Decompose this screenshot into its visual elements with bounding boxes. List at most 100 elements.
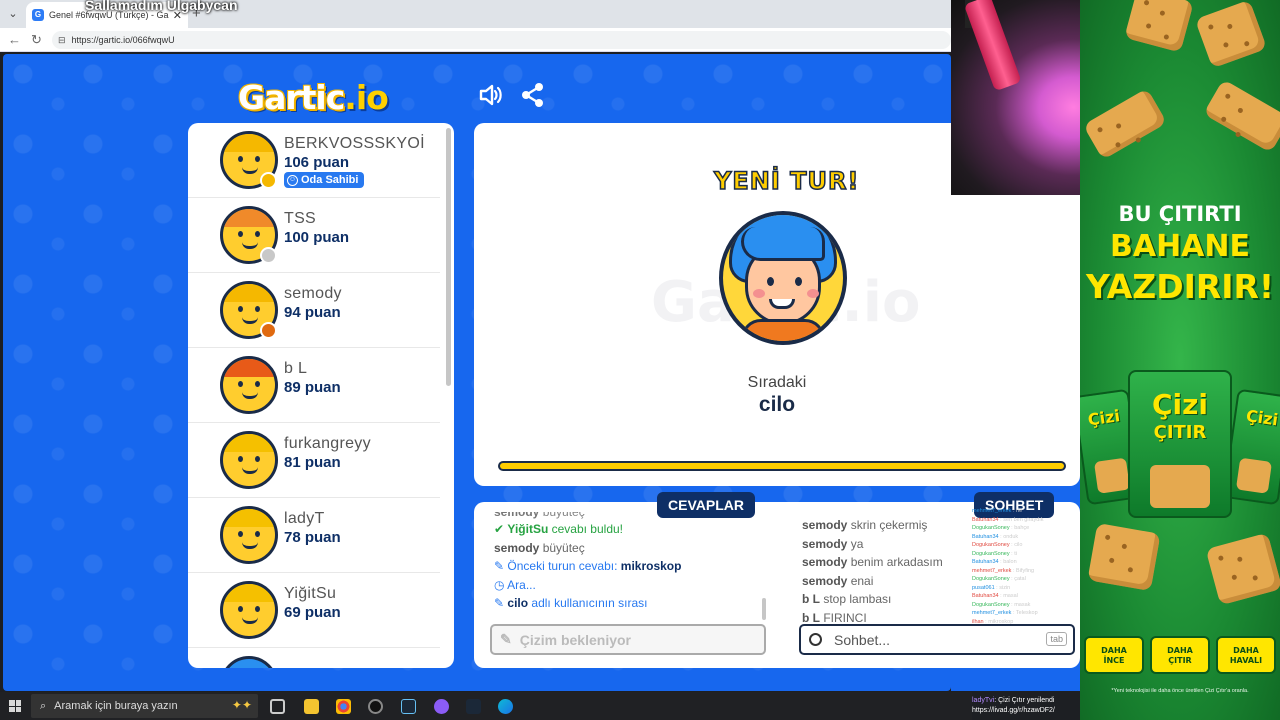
microphone (963, 0, 1022, 92)
gartic-logo: Gartic.io (238, 78, 389, 117)
stream-chat-text: : cilo (1009, 542, 1023, 548)
edge-icon[interactable] (498, 699, 513, 714)
answers-scrollbar[interactable] (762, 598, 766, 620)
bag-brand: Çizi (1151, 388, 1209, 421)
steam-icon[interactable] (466, 699, 481, 714)
ad-line-1: BU ÇITIRTI (1118, 202, 1242, 226)
cracker-image (1205, 532, 1280, 606)
next-player-avatar (719, 211, 847, 345)
pencil-icon: ✎ (500, 631, 512, 647)
answer-line: ◷ Ara... (494, 576, 764, 595)
ad-footnote: *Yeni teknolojisi ile daha önce üretilen… (1111, 688, 1249, 694)
player-avatar (220, 506, 278, 564)
room-owner-label: Oda Sahibi (301, 174, 359, 186)
player-row[interactable]: b L 89 puan (188, 348, 440, 423)
answer-user: YiğitSu (507, 522, 549, 536)
previous-answer: mikroskop (620, 559, 682, 573)
ad-claim-text: İNCE (1103, 656, 1125, 665)
ad-claim-pill: DAHA ÇITIR (1150, 636, 1210, 674)
bag-right-brand: Çizi (1244, 406, 1280, 430)
file-explorer-icon[interactable] (304, 699, 319, 714)
chat-input-placeholder: Sohbet... (834, 631, 891, 648)
answer-input-placeholder: Çizim bekleniyor (519, 631, 631, 648)
player-row[interactable] (188, 648, 440, 668)
webcam-feed (951, 0, 1080, 195)
player-points: 69 puan (284, 604, 341, 621)
cracker-image (1194, 0, 1268, 69)
player-row[interactable]: TSS 100 puan (188, 198, 440, 273)
ad-claim-text: DAHA (1101, 646, 1127, 655)
stream-chat-text: : onduk (998, 533, 1019, 540)
stream-chat-user: Batuhan34 (972, 593, 999, 599)
gartic-favicon-icon: G (32, 9, 44, 21)
player-avatar (220, 431, 278, 489)
reload-icon[interactable]: ↻ (31, 32, 42, 48)
stream-chat-user: ilhan (972, 618, 984, 625)
obs-icon[interactable] (368, 699, 383, 714)
player-points: 78 puan (284, 529, 341, 546)
stream-chat-text: : ti (1009, 550, 1017, 557)
stream-chat-text: : Bifyfing (1011, 567, 1035, 574)
back-arrow-icon[interactable]: ← (8, 32, 21, 47)
sponsor-ad: BU ÇITIRTI BAHANE YAZDIRIR! Çizi Çizi Çi… (1080, 0, 1280, 720)
round-timer-fill (500, 463, 1064, 469)
stream-chat-overlay: mehmet7_erkek : ne Batuhan34 : sen ben gi… (972, 507, 1080, 697)
player-row[interactable]: ladyT 78 puan (188, 498, 440, 573)
chrome-icon[interactable] (336, 699, 351, 714)
speaker-icon[interactable] (478, 82, 504, 108)
ad-claim-pill: DAHA İNCE (1084, 636, 1144, 674)
answer-text: adlı kullanıcının sırası (528, 596, 648, 610)
bag-left-brand: Çizi (1086, 406, 1122, 430)
answer-line: semody büyüteç (494, 539, 764, 558)
stream-chat-line: DogukanSoney : ti (972, 550, 1080, 559)
stream-chat-line: DogukanSoney : çatal (972, 575, 1080, 584)
chat-user: semody (802, 573, 848, 588)
share-icon[interactable] (520, 82, 546, 108)
logo-main-text: Gartic (238, 78, 345, 117)
task-view-icon[interactable] (270, 699, 285, 714)
answers-log[interactable]: semody büyüteç ✔ YiğitSu cevabı buldu! sem… (494, 512, 764, 622)
answer-text: cevabı buldu! (548, 522, 623, 536)
site-info-icon[interactable]: ⊟ (58, 35, 66, 46)
stream-chat-bottom-text: Çizi Çıtır yenilendi (998, 697, 1055, 704)
app-icon[interactable] (434, 699, 449, 714)
players-scrollbar[interactable] (446, 128, 451, 386)
players-list[interactable]: BERKVOSSSKYOİ 106 puan ☺ Oda Sahibi TSS 100 p… (188, 123, 454, 668)
player-row[interactable]: BERKVOSSSKYOİ 106 puan ☺ Oda Sahibi (188, 123, 440, 198)
search-highlight-icon: ✦✦ (231, 698, 252, 712)
ad-line-2: BAHANE (1109, 229, 1250, 264)
player-row[interactable]: semody 94 puan (188, 273, 440, 348)
chat-user: b L (802, 592, 820, 606)
taskbar-search[interactable]: ⌕ Aramak için buraya yazın ✦✦ (31, 694, 258, 718)
address-bar[interactable]: ⊟ https://gartic.io/066fwqwU (52, 31, 951, 49)
stream-chat-line: mehmet7_erkek : Bifyfing (972, 567, 1080, 576)
answer-input[interactable]: ✎ Çizim bekleniyor (490, 624, 766, 655)
stream-chat-text: : masak (1009, 601, 1031, 608)
player-row[interactable]: YiğitSu 69 puan (188, 573, 440, 648)
stream-chat-user: DogukanSoney (972, 542, 1010, 548)
answers-header: CEVAPLAR (657, 492, 755, 518)
player-points: 106 puan (284, 154, 350, 171)
answer-text: Önceki turun cevabı: (507, 559, 621, 573)
answer-line: ✎ Önceki turun cevabı: mikroskop (494, 557, 764, 576)
answer-line: ✔ YiğitSu cevabı buldu! (494, 520, 764, 539)
windows-start-icon[interactable] (9, 700, 21, 712)
stream-chat-text: : çatal (1009, 576, 1026, 582)
answer-user: semody (494, 540, 540, 555)
stream-chat-user: mehmet7_erkek (972, 610, 1012, 616)
check-icon: ✔ (494, 522, 508, 536)
player-row[interactable]: furkangreyy 81 puan (188, 423, 440, 498)
stream-chat-user: DogukanSoney (972, 550, 1010, 557)
stream-chat-user: DogukanSoney (972, 576, 1010, 582)
stream-chat-line: DogukanSoney : cilo (972, 541, 1080, 550)
stream-chat-line: ilhan : mikroskop (972, 618, 1080, 627)
ad-claim-text: ÇITIR (1168, 656, 1192, 665)
stream-chat-line: Batuhan34 : masal (972, 592, 1080, 601)
player-points: 81 puan (284, 454, 341, 471)
stream-chat-line: pusat061 : sizin (972, 584, 1080, 593)
cracker-image (1087, 522, 1161, 592)
stream-chat-text: : Teleskop (1011, 610, 1038, 616)
player-name: TSS (284, 210, 317, 227)
tab-menu-chevron-icon[interactable]: ⌄ (4, 5, 22, 23)
app-icon[interactable] (401, 699, 416, 714)
